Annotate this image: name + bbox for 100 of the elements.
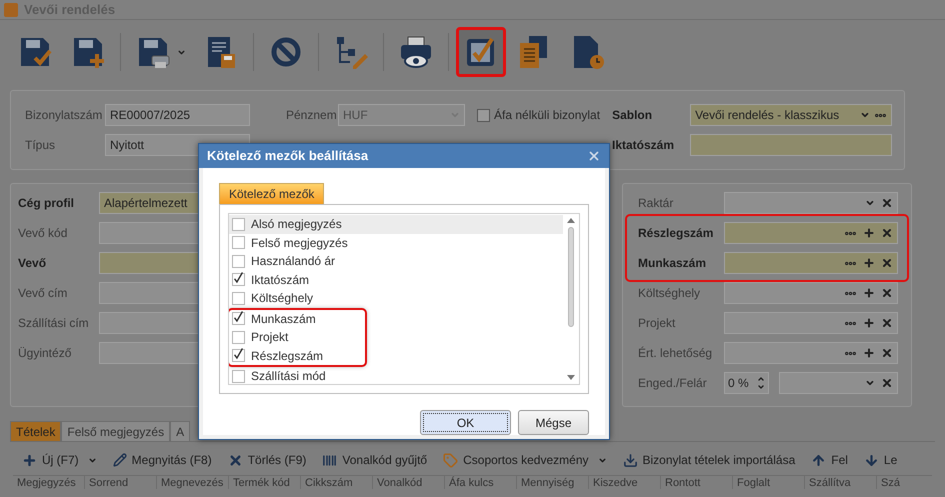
checkbox[interactable] <box>232 254 245 268</box>
clear-icon[interactable] <box>881 377 893 389</box>
field-label: Iktatószám <box>612 137 676 154</box>
column-header[interactable]: Termék kód <box>229 476 301 489</box>
clear-icon[interactable] <box>881 227 893 239</box>
dropdown-icon[interactable] <box>860 110 870 120</box>
column-header[interactable]: Áfa kulcs <box>445 476 517 489</box>
column-header[interactable]: Megjegyzés <box>13 476 85 489</box>
list-item[interactable]: Használandó ár <box>229 252 563 270</box>
input-field[interactable] <box>724 342 898 364</box>
caret-icon <box>177 48 186 56</box>
column-header[interactable]: Rontott <box>661 476 733 489</box>
field-label: Sablon <box>612 107 654 124</box>
tab[interactable]: Tételek <box>10 421 62 441</box>
caret-icon <box>598 456 606 464</box>
checkbox[interactable] <box>232 349 245 362</box>
dropdown-icon[interactable] <box>865 378 875 388</box>
field-label: Költséghely <box>638 285 702 302</box>
clear-icon[interactable] <box>881 257 893 269</box>
caret-icon <box>88 456 97 464</box>
scroll-down-icon[interactable] <box>567 375 575 380</box>
dropdown-field[interactable] <box>779 372 898 394</box>
clear-icon[interactable] <box>881 347 893 359</box>
add-icon[interactable] <box>863 317 875 329</box>
add-icon[interactable] <box>863 347 875 359</box>
checkbox[interactable] <box>232 330 245 344</box>
spinner-icon[interactable] <box>757 375 765 391</box>
column-header[interactable]: Mennyiség <box>517 476 589 489</box>
field-label: Szállítási cím <box>18 315 90 332</box>
field-label: Részlegszám <box>638 225 714 242</box>
arrow-down-icon <box>864 452 879 468</box>
list-item[interactable]: Költséghely <box>229 289 563 308</box>
checkbox[interactable] <box>477 108 490 122</box>
dialog-button[interactable]: Mégse <box>518 410 589 435</box>
field-label: Pénznem <box>286 107 338 124</box>
field-label: Vevő kód <box>18 225 68 242</box>
toolbar-button[interactable]: Vonalkód gyűjtő <box>322 451 428 469</box>
field-label: Vevő cím <box>18 285 68 302</box>
toolbar-button[interactable]: Le <box>864 451 898 469</box>
field-label: Ügyintéző <box>18 345 72 362</box>
add-icon[interactable] <box>863 227 875 239</box>
list-item[interactable]: Részlegszám <box>229 346 365 365</box>
list-item[interactable]: Felső megjegyzés <box>229 234 563 252</box>
close-icon[interactable] <box>587 149 601 163</box>
toolbar-button[interactable]: Megnyitás (F8) <box>112 451 212 469</box>
tag-icon <box>443 452 458 468</box>
barcode-icon <box>322 452 338 468</box>
toolbar-button[interactable]: Fel <box>811 451 848 469</box>
checkbox-label: Áfa nélküli bizonylat <box>494 107 600 124</box>
input-field[interactable] <box>724 312 898 334</box>
input-field[interactable]: RE00007/2025 <box>105 104 250 126</box>
input-field[interactable] <box>690 134 892 156</box>
dropdown-icon[interactable] <box>865 198 875 208</box>
checkbox[interactable] <box>232 218 245 231</box>
checkbox[interactable] <box>232 236 245 250</box>
column-header[interactable]: Szállítva <box>805 476 877 489</box>
list-item[interactable]: Munkaszám <box>229 310 365 328</box>
tab[interactable]: Kötelező mezők <box>219 183 324 204</box>
add-icon[interactable] <box>863 287 875 299</box>
toolbar-button[interactable]: Csoportos kedvezmény <box>443 451 606 469</box>
toolbar-button[interactable]: Törlés (F9) <box>228 451 306 469</box>
tab[interactable]: A <box>170 421 190 441</box>
checkbox[interactable] <box>232 370 245 383</box>
column-header[interactable]: Vonalkód <box>373 476 445 489</box>
app-logo-icon <box>4 2 18 16</box>
field-label: Bizonylatszám <box>25 107 104 124</box>
input-field[interactable] <box>724 252 898 274</box>
column-header[interactable]: Megnevezés <box>157 476 229 489</box>
spinner-field[interactable]: 0 % <box>724 372 769 394</box>
toolbar-button[interactable]: Bizonylat tételek importálása <box>622 451 796 469</box>
field-label: Projekt <box>638 315 676 332</box>
printer-eye-icon <box>398 34 434 70</box>
field-label: Cég profil <box>18 195 75 212</box>
input-field[interactable] <box>724 222 898 244</box>
column-header[interactable]: Kiszedve <box>589 476 661 489</box>
clear-icon[interactable] <box>881 317 893 329</box>
scroll-up-icon[interactable] <box>567 218 575 223</box>
list-item[interactable]: Szállítási mód <box>229 367 563 384</box>
list-item[interactable]: Iktatószám <box>229 270 563 289</box>
column-header[interactable]: Szá <box>877 476 932 489</box>
checkbox[interactable] <box>232 292 245 305</box>
dialog-button[interactable]: OK <box>420 410 511 435</box>
column-header[interactable]: Foglalt <box>733 476 805 489</box>
checkbox[interactable] <box>232 273 245 286</box>
field-label: Munkaszám <box>638 255 708 272</box>
list-item[interactable]: Projekt <box>229 328 365 346</box>
input-field[interactable] <box>724 192 898 214</box>
clear-icon[interactable] <box>881 287 893 299</box>
list-item[interactable]: Alsó megjegyzés <box>229 215 563 234</box>
column-header[interactable]: Cikkszám <box>301 476 373 489</box>
input-field[interactable]: Vevői rendelés - klasszikus <box>690 104 892 126</box>
clear-icon[interactable] <box>881 197 893 209</box>
checkbox[interactable] <box>232 312 245 326</box>
column-header[interactable]: Sorrend <box>85 476 157 489</box>
toolbar-button[interactable]: Új (F7) <box>22 451 97 469</box>
tab[interactable]: Felső megjegyzés <box>61 421 170 441</box>
add-icon[interactable] <box>863 257 875 269</box>
toolbar-button[interactable] <box>456 27 506 77</box>
field-label: Típus <box>25 137 56 154</box>
input-field[interactable] <box>724 282 898 304</box>
